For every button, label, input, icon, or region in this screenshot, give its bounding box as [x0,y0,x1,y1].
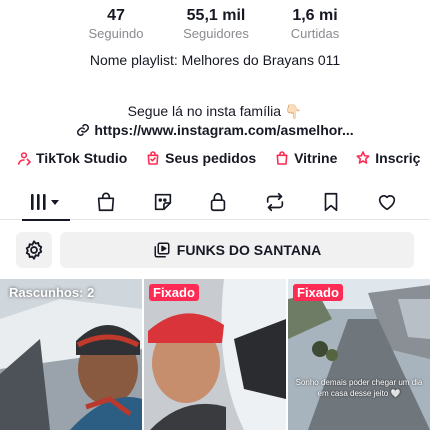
profile-tabs [0,184,430,221]
playlist-title: FUNKS DO SANTANA [176,242,322,258]
video-thumbnail[interactable]: Rascunhos: 2 [0,279,142,430]
following-count: 47 [107,7,125,24]
shortcut-label: TikTok Studio [36,150,128,166]
repost-icon [266,192,284,212]
drafts-badge: Rascunhos: 2 [9,285,95,300]
tab-videos-grid[interactable] [20,184,72,221]
video-thumbnail-image [0,279,142,430]
tab-liked[interactable] [361,184,413,220]
bookmark-icon [324,192,338,212]
tab-reposts[interactable] [249,184,301,220]
gear-icon [25,240,43,260]
shortcut-label: Seus pedidos [165,150,257,166]
video-thumbnail-image [144,279,286,430]
video-thumbnail[interactable]: Fixado Sonho demais poder chegar um dia … [288,279,430,430]
settings-button[interactable] [16,232,52,268]
tab-shop[interactable] [80,184,132,220]
followers-count: 55,1 mil [186,7,246,24]
likes-count: 1,6 mi [292,7,338,24]
tab-favorites[interactable] [305,184,357,220]
link-icon [76,123,90,141]
video-grid: Rascunhos: 2 Fixado Fixado Sonho demais … [0,279,430,430]
sticker-icon [154,193,172,211]
playlist-icon [154,242,170,258]
shortcut-label: Inscriç [375,150,421,166]
playlist-button[interactable]: FUNKS DO SANTANA [60,232,414,268]
bio-text: Segue lá no insta família 👇🏻 [127,103,303,119]
likes-label: Curtidas [290,26,340,41]
showcase-bag-icon [276,151,288,165]
bio-link-text: https://www.instagram.com/asmelhor... [94,122,354,138]
shopping-bag-icon [97,192,115,212]
profile-stats: 47 Seguindo 55,1 mil Seguidores 1,6 mi C… [0,6,430,46]
followers-stat[interactable]: 55,1 mil Seguidores [161,6,271,42]
pinned-badge: Fixado [149,284,199,301]
studio-icon [17,152,32,166]
pinned-badge: Fixado [293,284,343,301]
bio-link[interactable]: https://www.instagram.com/asmelhor... [0,121,430,141]
grid-bars-icon [31,194,59,210]
shortcut-showcase[interactable]: Vitrine [274,150,337,166]
shortcut-label: Vitrine [294,150,338,166]
video-caption: Sonho demais poder chegar um dia em casa… [295,378,423,398]
bio-playlist-name: Nome playlist: Melhores do Brayans 011 [89,52,341,68]
shortcut-tiktok-studio[interactable]: TikTok Studio [16,150,127,166]
subscription-icon [356,151,370,164]
following-stat[interactable]: 47 Seguindo [61,6,171,42]
followers-label: Seguidores [183,26,249,41]
shortcut-subscription[interactable]: Inscriç [355,150,420,166]
tab-stickers[interactable] [137,184,189,220]
following-label: Seguindo [88,26,144,41]
likes-stat[interactable]: 1,6 mi Curtidas [260,6,370,42]
heart-icon [378,195,396,211]
playlist-bar: FUNKS DO SANTANA [0,232,430,268]
lock-icon [210,192,226,212]
tab-private[interactable] [192,184,244,220]
profile-shortcuts: TikTok Studio Seus pedidos Vitrine Inscr… [16,150,430,172]
orders-icon [147,151,159,165]
shortcut-orders[interactable]: Seus pedidos [145,150,256,166]
video-thumbnail[interactable]: Fixado [144,279,286,430]
video-thumbnail-image [288,279,430,430]
